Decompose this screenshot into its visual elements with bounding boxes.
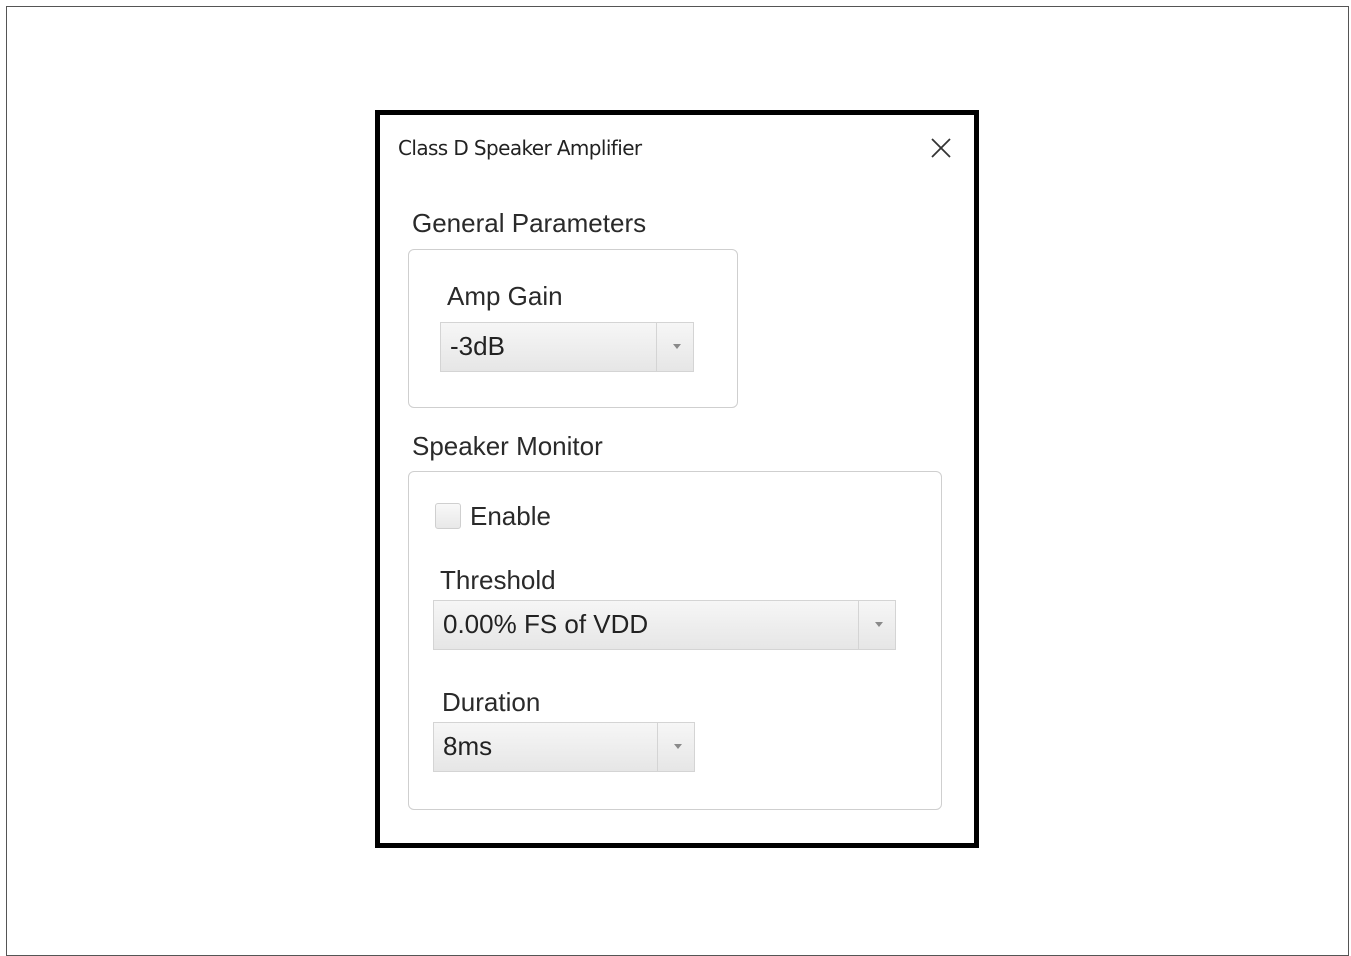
chevron-down-icon bbox=[673, 344, 681, 349]
combo-divider bbox=[858, 601, 859, 649]
dialog-window: Class D Speaker Amplifier General Parame… bbox=[375, 110, 979, 848]
dialog-title: Class D Speaker Amplifier bbox=[398, 136, 642, 160]
amp-gain-select[interactable]: -3dB bbox=[440, 322, 694, 372]
close-button[interactable] bbox=[926, 133, 956, 163]
duration-select[interactable]: 8ms bbox=[433, 722, 695, 772]
close-icon bbox=[931, 138, 951, 158]
enable-checkbox[interactable] bbox=[435, 503, 461, 529]
general-parameters-heading: General Parameters bbox=[412, 208, 647, 238]
amp-gain-label: Amp Gain bbox=[447, 281, 563, 311]
enable-label[interactable]: Enable bbox=[470, 501, 551, 532]
threshold-label: Threshold bbox=[440, 565, 556, 595]
combo-divider bbox=[657, 723, 658, 771]
speaker-monitor-group: Enable Threshold 0.00% FS of VDD Duratio… bbox=[408, 471, 942, 810]
threshold-select[interactable]: 0.00% FS of VDD bbox=[433, 600, 896, 650]
chevron-down-icon bbox=[674, 744, 682, 749]
duration-value: 8ms bbox=[443, 731, 493, 761]
threshold-value: 0.00% FS of VDD bbox=[443, 609, 649, 639]
general-parameters-group: Amp Gain -3dB bbox=[408, 249, 738, 408]
combo-divider bbox=[656, 323, 657, 371]
speaker-monitor-heading: Speaker Monitor bbox=[412, 431, 603, 461]
duration-label: Duration bbox=[442, 687, 541, 717]
amp-gain-value: -3dB bbox=[450, 331, 505, 361]
chevron-down-icon bbox=[875, 622, 883, 627]
